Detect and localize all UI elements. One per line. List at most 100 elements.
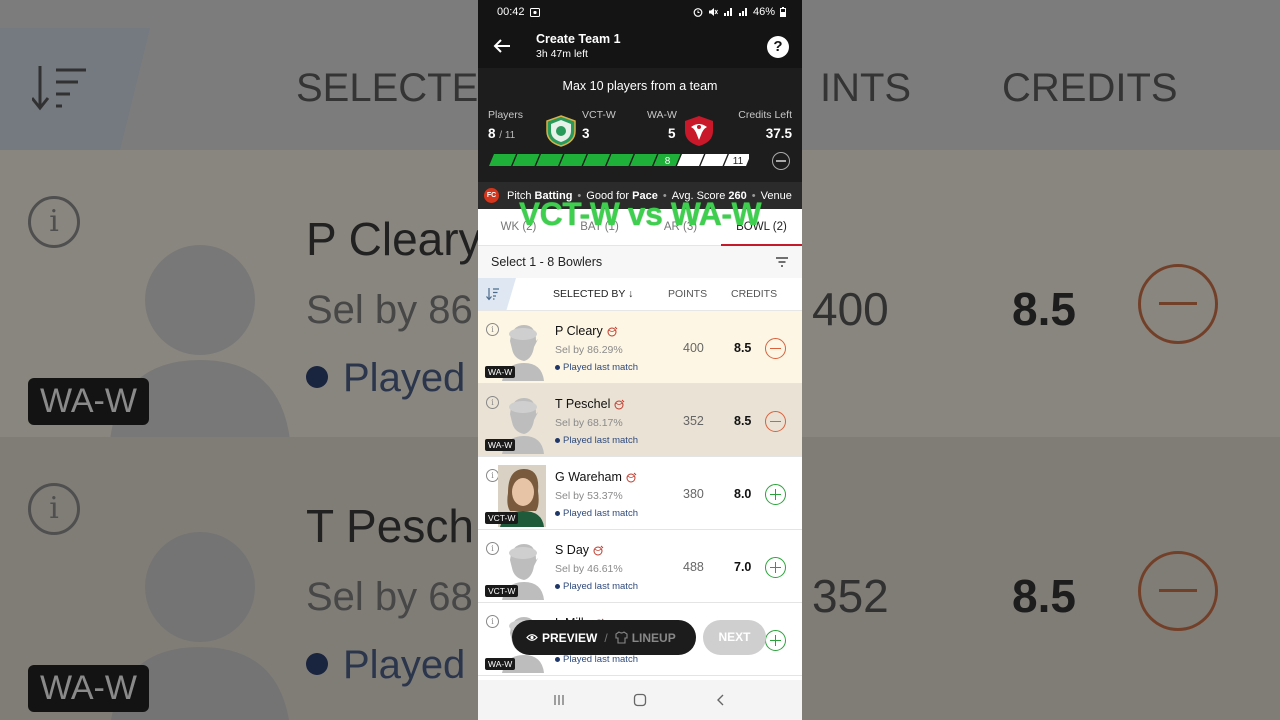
back-arrow-icon[interactable] bbox=[490, 34, 514, 58]
col-credits[interactable]: CREDITS bbox=[731, 288, 777, 300]
next-button[interactable]: NEXT bbox=[703, 620, 766, 655]
signal-1-icon bbox=[723, 8, 732, 16]
bowler-ball-icon bbox=[614, 399, 625, 409]
player-row[interactable]: i VCT-W G Wareham Sel by 53.37% Played last … bbox=[478, 457, 802, 530]
players-progress-bar: 8 11 bbox=[489, 154, 749, 167]
selected-by: Sel by 46.61% bbox=[555, 563, 623, 575]
preview-button[interactable]: PREVIEW bbox=[526, 631, 597, 645]
progress-segment bbox=[583, 154, 610, 166]
wa-team-logo bbox=[685, 116, 713, 146]
player-name-wrap: S Day bbox=[555, 543, 604, 557]
team1-name: VCT-W bbox=[582, 109, 616, 121]
progress-segment bbox=[559, 154, 587, 166]
status-time: 00:42 bbox=[497, 6, 525, 18]
home-icon[interactable] bbox=[633, 693, 647, 707]
page-title: Create Team 1 bbox=[536, 32, 621, 46]
progress-segment bbox=[489, 154, 516, 166]
selected-by: Sel by 68.17% bbox=[555, 417, 623, 429]
battery-percent: 46% bbox=[752, 6, 775, 18]
col-points[interactable]: POINTS bbox=[668, 288, 707, 300]
played-last-match: Played last match bbox=[555, 508, 638, 519]
sort-icon[interactable] bbox=[486, 287, 500, 301]
played-label: Played last match bbox=[563, 435, 638, 446]
eye-icon bbox=[526, 634, 538, 641]
player-name-wrap: G Wareham bbox=[555, 470, 637, 484]
player-credits: 7.0 bbox=[734, 560, 752, 574]
add-player-icon[interactable] bbox=[765, 630, 786, 651]
team-badge: WA-W bbox=[485, 439, 516, 451]
progress-selected-label: 8 bbox=[665, 156, 671, 167]
phone-screen: 00:42 46% Create Team 1 3h 47m left ? Ma… bbox=[478, 0, 802, 720]
progress-segment bbox=[630, 154, 657, 166]
add-player-icon[interactable] bbox=[765, 557, 786, 578]
add-player-icon[interactable] bbox=[765, 484, 786, 505]
alarm-icon bbox=[693, 8, 703, 17]
bowler-ball-icon bbox=[626, 472, 637, 482]
played-label: Played last match bbox=[563, 581, 638, 592]
player-name: S Day bbox=[555, 543, 590, 557]
player-row[interactable]: i VCT-W S Day Sel by 46.61% Played last matc… bbox=[478, 530, 802, 603]
team1-count: 3 bbox=[582, 126, 590, 141]
mute-icon bbox=[708, 8, 718, 16]
nav-back-icon[interactable] bbox=[714, 693, 728, 707]
top-bar: Create Team 1 3h 47m left ? bbox=[478, 24, 802, 68]
select-bowlers-label: Select 1 - 8 Bowlers bbox=[491, 255, 603, 269]
team-badge: WA-W bbox=[485, 658, 516, 670]
player-name: T Peschel bbox=[555, 397, 611, 411]
played-label: Played last match bbox=[563, 508, 638, 519]
remove-player-icon[interactable] bbox=[765, 338, 786, 359]
players-total: / 11 bbox=[499, 130, 516, 141]
select-bar: Select 1 - 8 Bowlers bbox=[478, 246, 802, 278]
players-count: 8 bbox=[488, 126, 496, 141]
team2-name: WA-W bbox=[647, 109, 677, 121]
bowler-ball-icon bbox=[607, 326, 618, 336]
player-credits: 8.5 bbox=[734, 341, 752, 355]
progress-segment bbox=[606, 154, 634, 166]
team-badge: VCT-W bbox=[485, 585, 519, 597]
players-count-wrap: 8 / 11 bbox=[488, 126, 515, 141]
progress-total-label: 11 bbox=[733, 156, 744, 167]
signal-2-icon bbox=[738, 8, 747, 16]
player-name: P Cleary bbox=[555, 324, 603, 338]
android-nav-bar bbox=[478, 680, 802, 720]
active-tab-underline bbox=[721, 244, 802, 246]
player-credits: 8.0 bbox=[734, 487, 752, 501]
preview-lineup-pill: PREVIEW / LINEUP bbox=[512, 620, 696, 655]
player-points: 352 bbox=[683, 414, 704, 428]
played-last-match: Played last match bbox=[555, 581, 638, 592]
selected-by: Sel by 86.29% bbox=[555, 344, 623, 356]
player-name-wrap: P Cleary bbox=[555, 324, 618, 338]
team2-count: 5 bbox=[668, 126, 676, 141]
col-selected-by[interactable]: SELECTED BY ↓ bbox=[553, 288, 633, 300]
progress-segment bbox=[677, 154, 704, 166]
credits-left-value: 37.5 bbox=[765, 126, 792, 141]
progress-segment bbox=[512, 154, 540, 166]
battery-icon bbox=[780, 7, 786, 17]
max-players-note: Max 10 players from a team bbox=[562, 79, 718, 93]
column-header: SELECTED BY ↓ POINTS CREDITS bbox=[478, 278, 802, 311]
player-row[interactable]: i WA-W P Cleary Sel by 86.29% Played last ma… bbox=[478, 311, 802, 384]
preview-label: PREVIEW bbox=[542, 630, 598, 645]
filter-icon[interactable] bbox=[775, 256, 789, 268]
player-points: 488 bbox=[683, 560, 704, 574]
played-last-match: Played last match bbox=[555, 654, 638, 665]
time-left: 3h 47m left bbox=[536, 48, 588, 60]
recent-apps-icon[interactable] bbox=[552, 693, 566, 707]
help-icon[interactable]: ? bbox=[767, 36, 789, 58]
players-label: Players bbox=[488, 109, 524, 121]
player-name: G Wareham bbox=[555, 470, 622, 484]
lineup-shirt-icon bbox=[615, 631, 628, 644]
player-points: 400 bbox=[683, 341, 704, 355]
remove-player-icon[interactable] bbox=[765, 411, 786, 432]
video-overlay-title: VCT-W vs WA-W bbox=[518, 196, 762, 232]
progress-segment bbox=[536, 154, 563, 166]
lineup-button[interactable]: LINEUP bbox=[615, 631, 676, 645]
clear-team-icon[interactable] bbox=[772, 152, 790, 170]
team-header: Max 10 players from a team Players 8 / 1… bbox=[478, 68, 802, 182]
bowler-ball-icon bbox=[593, 545, 604, 555]
played-last-match: Played last match bbox=[555, 362, 638, 373]
player-points: 380 bbox=[683, 487, 704, 501]
progress-segment bbox=[700, 154, 728, 166]
player-row[interactable]: i WA-W T Peschel Sel by 68.17% Played last m… bbox=[478, 384, 802, 457]
vct-team-logo bbox=[546, 115, 576, 147]
